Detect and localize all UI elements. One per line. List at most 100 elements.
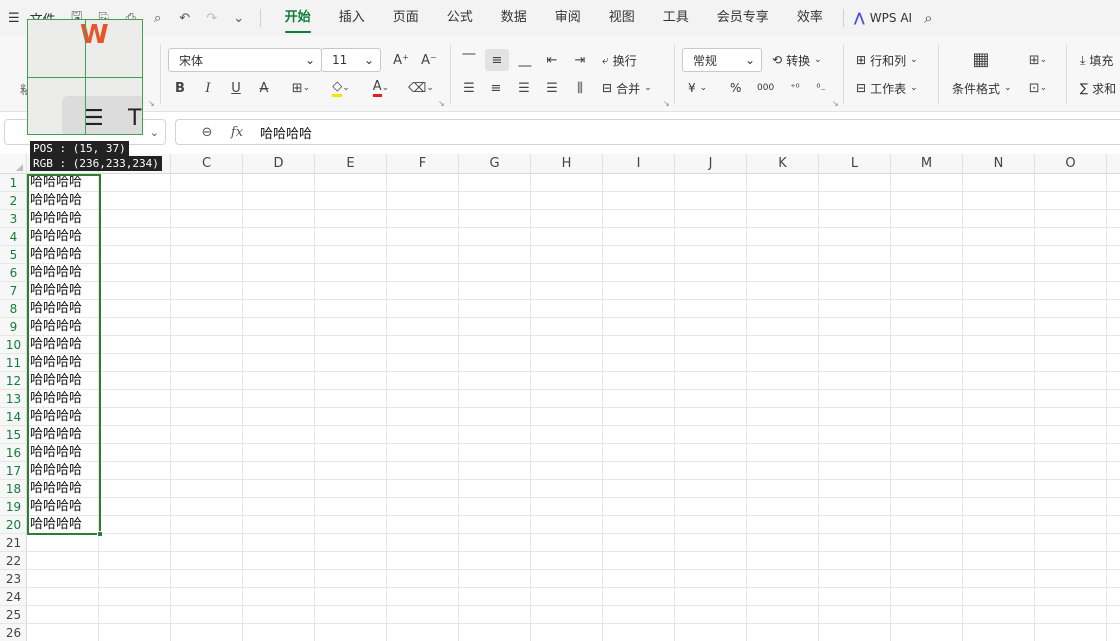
convert-button[interactable]: ⟲ 转换 ⌄ xyxy=(772,49,822,71)
increase-font-icon[interactable]: A⁺ xyxy=(391,49,411,71)
align-right-icon[interactable]: ☰ xyxy=(513,77,535,99)
row-header-15[interactable]: 15 xyxy=(0,426,27,444)
decrease-indent-icon[interactable]: ⇤ xyxy=(541,49,563,71)
select-all-corner[interactable] xyxy=(0,154,27,174)
column-header-M[interactable]: M xyxy=(891,154,963,174)
align-bottom-icon[interactable]: ⎽ xyxy=(514,49,536,71)
undo-icon[interactable]: ↶ xyxy=(178,11,192,26)
row-header-24[interactable]: 24 xyxy=(0,588,27,606)
column-header-L[interactable]: L xyxy=(819,154,891,174)
justify-icon[interactable]: ☰ xyxy=(541,77,563,99)
row-header-6[interactable]: 6 xyxy=(0,264,27,282)
distributed-align-icon[interactable]: ⫼ xyxy=(569,77,591,99)
print-preview-icon[interactable]: ⌕ xyxy=(151,11,165,26)
increase-decimal-icon[interactable]: ⁺⁰ xyxy=(785,77,805,99)
column-header-D[interactable]: D xyxy=(243,154,315,174)
row-header-9[interactable]: 9 xyxy=(0,318,27,336)
conditional-format-button[interactable]: 条件格式 ⌄ xyxy=(952,77,1012,99)
tab-5[interactable]: 审阅 xyxy=(541,0,595,36)
chevron-down-icon[interactable]: ⌄ xyxy=(232,11,246,26)
merge-button[interactable]: ⊟ 合并 ⌄ xyxy=(602,77,652,99)
tab-2[interactable]: 页面 xyxy=(379,0,433,36)
strikethrough-button[interactable]: A xyxy=(254,77,274,99)
worksheet-button[interactable]: ⊟ 工作表 ⌄ xyxy=(856,77,918,99)
row-header-16[interactable]: 16 xyxy=(0,444,27,462)
tab-1[interactable]: 插入 xyxy=(325,0,379,36)
align-middle-icon[interactable]: ≡ xyxy=(485,49,509,71)
percent-button[interactable]: % xyxy=(730,77,741,99)
decrease-font-icon[interactable]: A⁻ xyxy=(419,49,439,71)
column-header-H[interactable]: H xyxy=(531,154,603,174)
align-left-icon[interactable]: ☰ xyxy=(458,77,480,99)
table-style-button[interactable]: ⊡ ⌄ xyxy=(1022,77,1054,99)
row-header-19[interactable]: 19 xyxy=(0,498,27,516)
conditional-format-icon[interactable]: ▦ xyxy=(968,48,994,70)
column-header-K[interactable]: K xyxy=(747,154,819,174)
row-header-22[interactable]: 22 xyxy=(0,552,27,570)
font-name-select[interactable]: 宋体 ⌄ xyxy=(168,48,322,72)
clipboard-launcher-icon[interactable]: ↘ xyxy=(148,99,155,108)
row-header-13[interactable]: 13 xyxy=(0,390,27,408)
search-icon[interactable]: ⌕ xyxy=(924,9,932,27)
italic-button[interactable]: I xyxy=(198,77,218,99)
row-header-11[interactable]: 11 xyxy=(0,354,27,372)
tab-6[interactable]: 视图 xyxy=(595,0,649,36)
border-button[interactable]: ⊞ ⌄ xyxy=(284,77,318,99)
column-header-J[interactable]: J xyxy=(675,154,747,174)
row-header-20[interactable]: 20 xyxy=(0,516,27,534)
tab-8[interactable]: 会员专享 xyxy=(703,0,783,36)
tab-4[interactable]: 数据 xyxy=(487,0,541,36)
fill-button[interactable]: ⤓ 填充 xyxy=(1080,49,1113,71)
column-header-C[interactable]: C xyxy=(171,154,243,174)
insert-function-icon[interactable]: fx xyxy=(222,125,252,140)
row-header-25[interactable]: 25 xyxy=(0,606,27,624)
row-header-23[interactable]: 23 xyxy=(0,570,27,588)
font-color-button[interactable]: A ⌄ xyxy=(364,77,398,99)
column-header-G[interactable]: G xyxy=(459,154,531,174)
cell-style-button[interactable]: ⊞ ⌄ xyxy=(1022,49,1054,71)
column-header-F[interactable]: F xyxy=(387,154,459,174)
tab-7[interactable]: 工具 xyxy=(649,0,703,36)
row-header-18[interactable]: 18 xyxy=(0,480,27,498)
currency-button[interactable]: ¥ ⌄ xyxy=(688,77,707,99)
alignment-launcher-icon[interactable]: ↘ xyxy=(663,99,670,108)
increase-indent-icon[interactable]: ⇥ xyxy=(569,49,591,71)
decrease-decimal-icon[interactable]: ⁰₋ xyxy=(811,77,831,99)
row-header-7[interactable]: 7 xyxy=(0,282,27,300)
column-header-N[interactable]: N xyxy=(963,154,1035,174)
thousands-button[interactable]: 000 xyxy=(757,77,774,99)
row-header-12[interactable]: 12 xyxy=(0,372,27,390)
row-header-3[interactable]: 3 xyxy=(0,210,27,228)
number-format-select[interactable]: 常规 ⌄ xyxy=(682,48,762,72)
fill-color-button[interactable]: ◇ ⌄ xyxy=(324,77,358,99)
row-header-14[interactable]: 14 xyxy=(0,408,27,426)
wrap-text-button[interactable]: ⤶ 换行 xyxy=(602,49,637,71)
row-header-1[interactable]: 1 xyxy=(0,174,27,192)
column-header-E[interactable]: E xyxy=(315,154,387,174)
column-header-I[interactable]: I xyxy=(603,154,675,174)
row-header-26[interactable]: 26 xyxy=(0,624,27,641)
underline-button[interactable]: U xyxy=(226,77,246,99)
fill-handle[interactable] xyxy=(97,531,103,537)
align-center-icon[interactable]: ≡ xyxy=(485,77,507,99)
cell-grid[interactable]: 哈哈哈哈 哈哈哈哈 哈哈哈哈 哈哈哈哈 哈哈哈哈 哈哈哈哈 哈哈哈哈 哈哈哈哈 哈哈哈哈 哈哈哈哈… xyxy=(27,174,1120,641)
bold-button[interactable]: B xyxy=(170,77,190,99)
row-col-button[interactable]: ⊞ 行和列 ⌄ xyxy=(856,49,918,71)
tab-9[interactable]: 效率 xyxy=(783,0,837,36)
redo-icon[interactable]: ↷ xyxy=(205,11,219,26)
hamburger-menu-icon[interactable]: ☰ xyxy=(8,11,20,26)
align-top-icon[interactable]: ⎺ xyxy=(458,49,480,71)
column-header-O[interactable]: O xyxy=(1035,154,1107,174)
tab-0[interactable]: 开始 xyxy=(271,0,325,36)
wps-ai-button[interactable]: ⋀ WPS AI xyxy=(842,9,912,27)
number-launcher-icon[interactable]: ↘ xyxy=(832,99,839,108)
row-header-8[interactable]: 8 xyxy=(0,300,27,318)
clear-format-button[interactable]: ⌫ ⌄ xyxy=(404,77,438,99)
row-header-5[interactable]: 5 xyxy=(0,246,27,264)
sum-button[interactable]: ∑ 求和 xyxy=(1080,77,1116,99)
font-launcher-icon[interactable]: ↘ xyxy=(438,99,445,108)
tab-3[interactable]: 公式 xyxy=(433,0,487,36)
row-header-17[interactable]: 17 xyxy=(0,462,27,480)
font-size-select[interactable]: 11 ⌄ xyxy=(321,48,381,72)
row-header-10[interactable]: 10 xyxy=(0,336,27,354)
